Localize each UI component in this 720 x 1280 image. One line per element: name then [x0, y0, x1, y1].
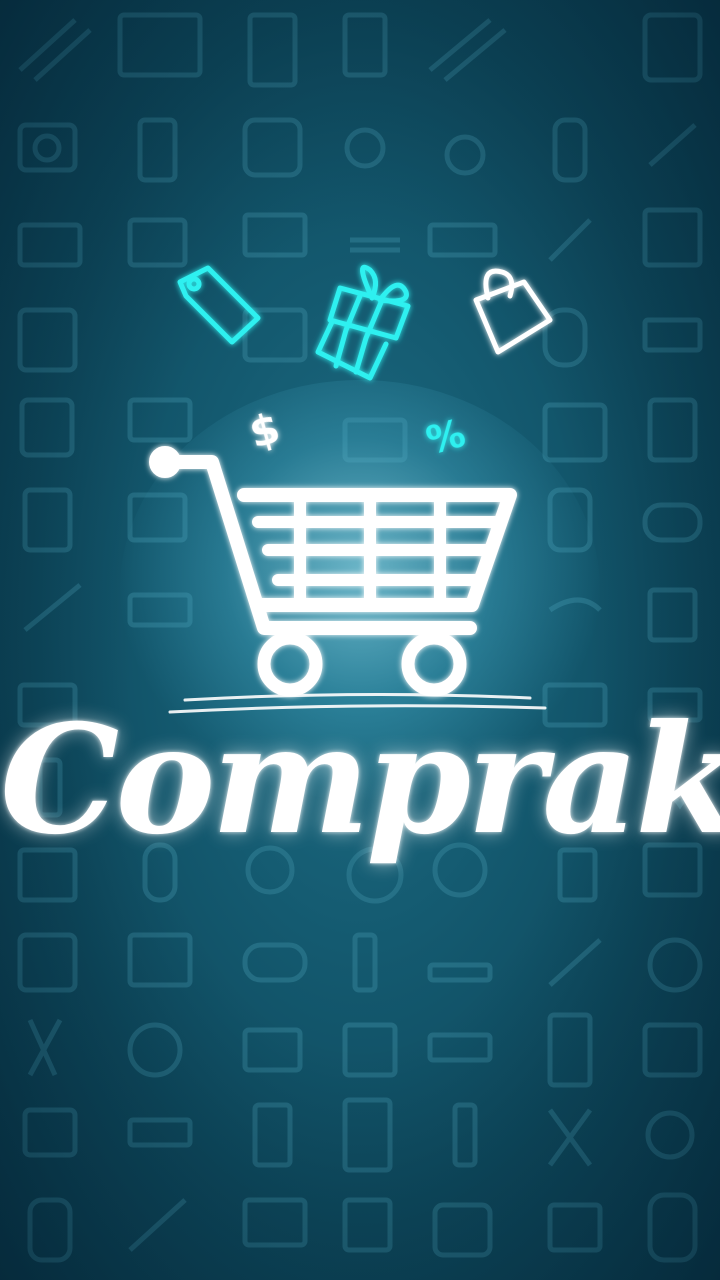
gift-box-icon [315, 264, 411, 381]
shopping-cart-icon [149, 446, 517, 697]
splash-screen: $ % Compraki [0, 0, 720, 1280]
price-tag-icon [177, 265, 261, 345]
shopping-bag-icon [473, 268, 553, 355]
logo-graphic: $ % [149, 264, 553, 714]
dollar-symbol: $ [244, 403, 285, 458]
percent-symbol: % [422, 411, 470, 463]
brand-wordmark: Compraki [0, 692, 720, 868]
